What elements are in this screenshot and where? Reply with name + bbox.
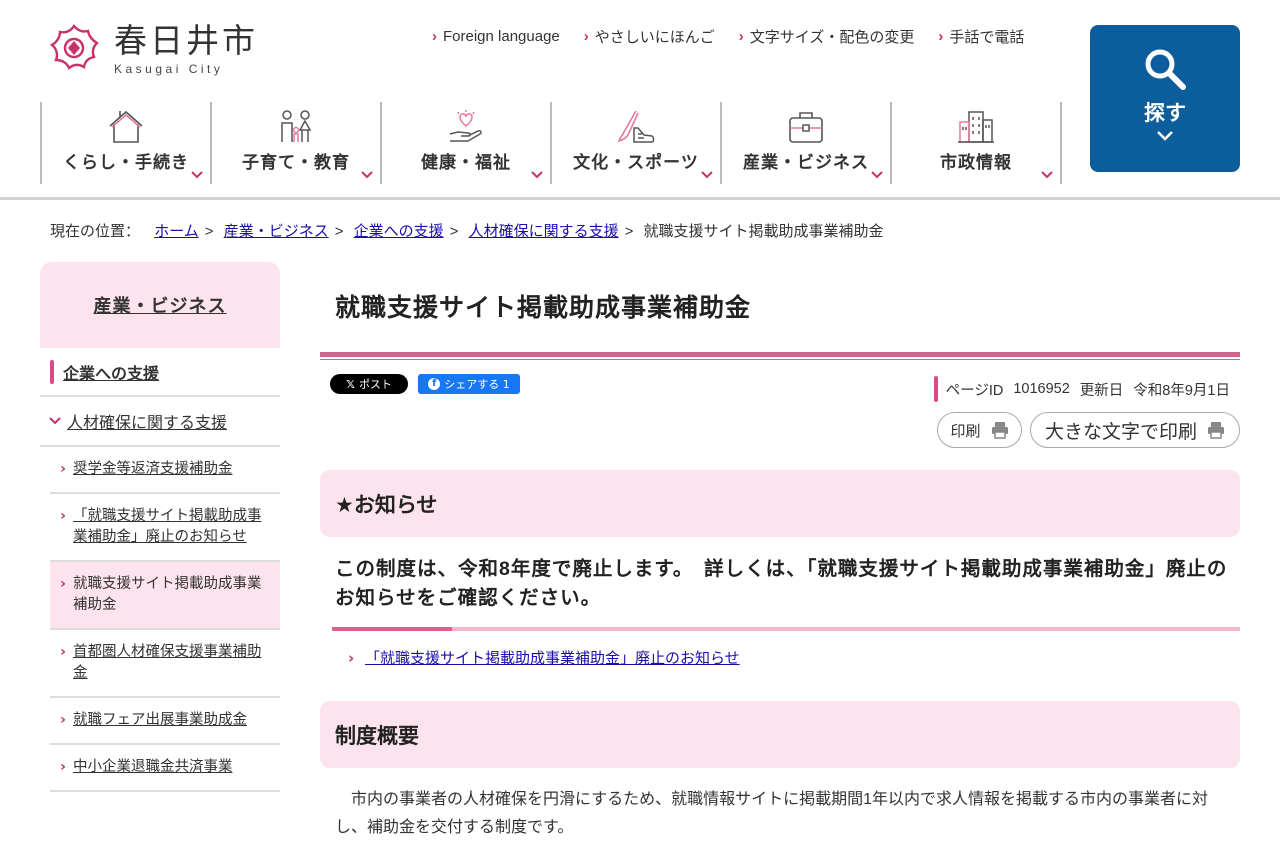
util-foreign-language[interactable]: › Foreign language: [432, 26, 560, 47]
main-content: 就職支援サイト掲載助成事業補助金 𝕏 ポスト f シェアする 1 ページID 1…: [320, 262, 1240, 842]
chevron-right-icon: ›: [60, 508, 66, 524]
brush-shoe-icon: [617, 110, 655, 143]
chevron-right-icon: ›: [583, 28, 589, 45]
chevron-right-icon: ›: [60, 644, 66, 660]
gnav-health-welfare[interactable]: 健康・福祉: [380, 102, 550, 184]
facebook-icon: f: [428, 378, 441, 390]
chevron-right-icon: ›: [432, 28, 437, 45]
printer-icon: [991, 422, 1008, 439]
sidebar-item: › 奨学金等返済支援補助金: [50, 447, 280, 494]
breadcrumb-hr-support[interactable]: 人材確保に関する支援: [469, 223, 619, 240]
chevron-right-icon: ›: [60, 576, 66, 592]
sidebar-subcategory-link[interactable]: 人材確保に関する支援: [67, 409, 227, 433]
print-button[interactable]: 印刷: [937, 412, 1022, 448]
chevron-down-icon: [361, 171, 373, 179]
util-text-size-color[interactable]: › 文字サイズ・配色の変更: [739, 26, 915, 47]
breadcrumb-home[interactable]: ホーム: [154, 223, 199, 240]
print-large-text-button[interactable]: 大きな文字で印刷: [1030, 412, 1240, 448]
overview-text: 市内の事業者の人材確保を円滑にするため、就職情報サイトに掲載期間1年以内で求人情…: [335, 791, 1209, 836]
family-icon: [281, 110, 312, 142]
chevron-right-icon: ›: [60, 461, 66, 477]
city-building-icon: [958, 111, 994, 143]
breadcrumb-industry[interactable]: 産業・ビジネス: [224, 223, 329, 240]
site-name-en: Kasugai City: [114, 62, 224, 76]
notice-link-row: › 「就職支援サイト掲載助成事業補助金」廃止のお知らせ: [320, 631, 1240, 701]
chevron-down-icon: [1157, 131, 1173, 141]
chevron-right-icon: ›: [60, 712, 66, 728]
briefcase-icon: [789, 112, 823, 143]
util-easy-japanese[interactable]: › やさしいにほんご: [584, 26, 715, 47]
gnav-living[interactable]: くらし・手続き: [40, 102, 210, 184]
search-icon: [1145, 49, 1186, 90]
sidebar-item: › 「就職支援サイト掲載助成事業補助金」廃止のお知らせ: [50, 494, 280, 562]
sidebar-item: › 中小企業退職金共済事業: [50, 745, 280, 792]
title-underline: [320, 352, 1240, 357]
util-sign-language-phone[interactable]: › 手話で電話: [938, 26, 1024, 47]
sidebar-link-list: › 奨学金等返済支援補助金 › 「就職支援サイト掲載助成事業補助金」廃止のお知ら…: [50, 447, 280, 792]
section-heading-overview: 制度概要: [320, 701, 1240, 768]
chevron-right-icon: ›: [60, 759, 66, 775]
page-title: 就職支援サイト掲載助成事業補助金: [335, 294, 752, 322]
chevron-right-icon: ›: [348, 649, 355, 667]
abolition-notice-link[interactable]: 「就職支援サイト掲載助成事業補助金」廃止のお知らせ: [365, 649, 740, 667]
chevron-down-icon: [49, 417, 61, 425]
city-emblem-icon: [49, 23, 99, 70]
gnav-childcare-education[interactable]: 子育て・教育: [210, 102, 380, 184]
sidebar-item-current: › 就職支援サイト掲載助成事業補助金: [50, 562, 280, 630]
chevron-right-icon: ›: [738, 28, 744, 45]
updated-date: 令和8年9月1日: [1133, 382, 1230, 399]
chevron-down-icon: [1041, 171, 1053, 179]
sidebar-category-link[interactable]: 企業への支援: [63, 360, 159, 384]
sidebar-heading: 産業・ビジネス: [40, 262, 280, 348]
gnav-culture-sports[interactable]: 文化・スポーツ: [550, 102, 720, 184]
chevron-down-icon: [701, 171, 713, 179]
heart-hand-icon: [449, 110, 482, 142]
global-nav: くらし・手続き 子育て・教育 健康・福祉 文化・スポーツ 産業・ビジネス 市政情…: [40, 102, 1062, 184]
utility-nav: › Foreign language › やさしいにほんご › 文字サイズ・配色の変更…: [432, 26, 1048, 47]
breadcrumb-current: 就職支援サイト掲載助成事業補助金: [643, 223, 884, 240]
sidebar-heading-link[interactable]: 産業・ビジネス: [94, 292, 227, 318]
page-meta: 𝕏 ポスト f シェアする 1 ページID 1016952 更新日 令和8年9月…: [320, 360, 1240, 470]
chevron-down-icon: [531, 171, 543, 179]
gnav-city-info[interactable]: 市政情報: [890, 102, 1062, 184]
chevron-down-icon: [191, 171, 203, 179]
printer-icon: [1208, 422, 1224, 439]
sidebar-item: › 首都圏人材確保支援事業補助金: [50, 630, 280, 698]
house-icon: [109, 110, 143, 143]
sidebar-category: 企業への支援: [40, 348, 280, 397]
breadcrumb: 現在の位置： ホーム > 産業・ビジネス > 企業への支援 > 人材確保に関する支援 >…: [50, 223, 884, 240]
search-button[interactable]: 探す: [1090, 25, 1240, 172]
search-label: 探す: [1144, 101, 1186, 125]
site-logo[interactable]: 春日井市 Kasugai City: [48, 22, 258, 76]
sidebar-subcategory: 人材確保に関する支援: [40, 397, 280, 447]
site-name-ja: 春日井市: [114, 21, 258, 60]
breadcrumb-company-support[interactable]: 企業への支援: [354, 223, 444, 240]
gnav-industry-business[interactable]: 産業・ビジネス: [720, 102, 890, 184]
notice-text: この制度は、令和8年度で廃止します。 詳しくは、「就職支援サイト掲載助成事業補助…: [335, 558, 1228, 609]
facebook-share-button[interactable]: f シェアする 1: [418, 374, 520, 394]
sidebar-item: › 就職フェア出展事業助成金: [50, 698, 280, 745]
chevron-right-icon: ›: [938, 28, 944, 45]
notice-underline: [332, 627, 1240, 631]
page-info: ページID 1016952 更新日 令和8年9月1日: [933, 376, 1230, 402]
chevron-down-icon: [871, 171, 883, 179]
section-heading-notice: ★お知らせ: [320, 470, 1240, 537]
x-share-button[interactable]: 𝕏 ポスト: [330, 374, 408, 394]
x-logo-icon: 𝕏: [346, 377, 355, 391]
page-id: 1016952: [1013, 381, 1070, 397]
sidebar: 産業・ビジネス 企業への支援 人材確保に関する支援 › 奨学金等返済支援補助金 …: [40, 262, 280, 792]
header-divider: [0, 197, 1280, 200]
